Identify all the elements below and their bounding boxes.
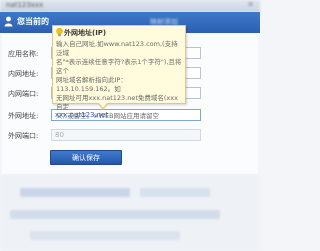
tooltip-arrow-fill: [99, 103, 107, 108]
lan-address-label: 内网地址:: [8, 70, 39, 78]
blurred-bar: [10, 210, 220, 219]
tooltip-title: 外网地址(IP): [64, 29, 107, 37]
blurred-bar: [30, 231, 180, 240]
nav-current-label: 您当前的: [17, 17, 49, 26]
close-icon[interactable]: ✕: [247, 0, 254, 9]
wan-port-label: 外网端口:: [8, 132, 39, 140]
lightbulb-icon: [56, 28, 63, 37]
tooltip-body: 输入自己网址,如www.nat123.com,(支持泛域 名"*表示连续任意字符…: [56, 40, 182, 120]
blurred-bar: [20, 188, 130, 197]
wan-port-input[interactable]: 80: [51, 129, 201, 141]
form-row-wan-port: 外网端口: 80: [2, 127, 258, 146]
app-name-label: 应用名称:: [8, 50, 39, 58]
window-title: nat123xxx: [6, 1, 44, 9]
user-icon: [4, 16, 13, 27]
blurred-bar: [140, 188, 210, 197]
save-button[interactable]: 确认保存: [50, 150, 122, 165]
blurred-bottom-area: [0, 175, 260, 251]
window-titlebar: nat123xxx ✕: [0, 0, 260, 12]
wan-address-label: 外网地址:: [8, 112, 39, 120]
lan-port-label: 内网端口:: [8, 90, 39, 98]
help-tooltip: 外网地址(IP) 输入自己网址,如www.nat123.com,(支持泛域 名"…: [52, 25, 186, 120]
